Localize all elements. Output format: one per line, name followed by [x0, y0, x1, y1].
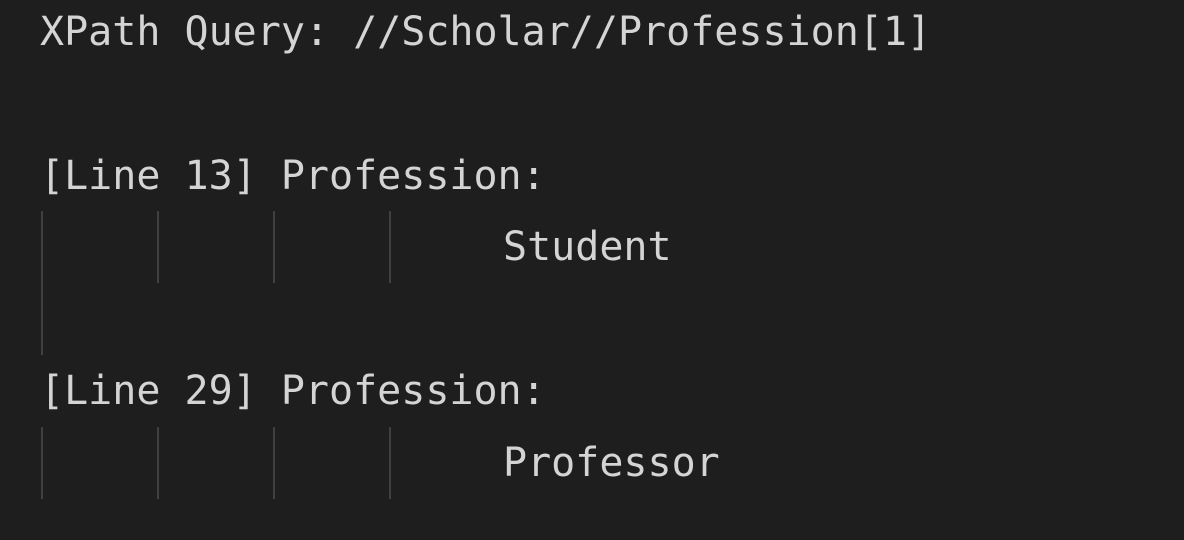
result-header: [Line 13] Profession: [40, 153, 546, 199]
indent-guide [273, 211, 275, 283]
indent-guide [157, 427, 159, 499]
xpath-query-text: XPath Query: //Scholar//Profession[1] [40, 9, 932, 55]
indent-guide [157, 211, 159, 283]
result-value: Student [503, 224, 672, 270]
xpath-output-panel: XPath Query: //Scholar//Profession[1] [L… [0, 0, 1184, 540]
indent-guide [41, 427, 43, 499]
indent-guide [273, 427, 275, 499]
indent-guide [41, 211, 43, 283]
result-value: Professor [503, 440, 720, 486]
indent-guide [389, 211, 391, 283]
result-header: [Line 29] Profession: [40, 368, 546, 414]
indent-guide [41, 283, 43, 355]
indent-guide [389, 427, 391, 499]
